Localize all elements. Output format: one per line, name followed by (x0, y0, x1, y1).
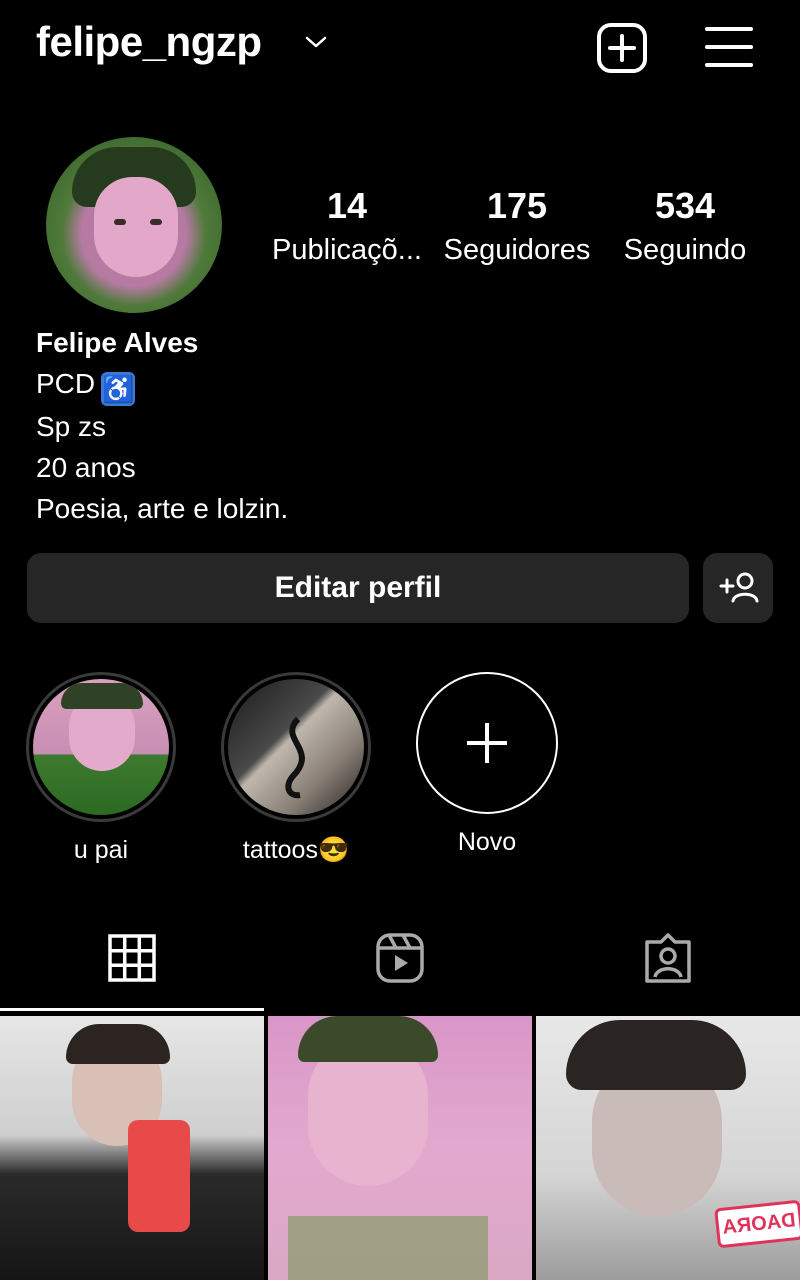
discover-people-button[interactable] (703, 553, 773, 623)
add-person-icon (719, 572, 759, 603)
highlight-tattoos[interactable]: tattoos😎 (221, 672, 371, 865)
highlight-new[interactable]: Novo (412, 672, 562, 857)
bio-line: 20 anos (36, 452, 136, 483)
bio-line: Sp zs (36, 411, 107, 442)
profile-display-name: Felipe Alves (36, 327, 199, 358)
profile-bio: Felipe Alves PCD ♿ Sp zs 20 anos Poesia, … (36, 322, 288, 529)
stat-posts-count: 14 (326, 185, 368, 226)
sticker-text: DAORA (714, 1199, 800, 1249)
plus-square-icon[interactable] (596, 22, 648, 74)
stat-following-count: 534 (654, 185, 716, 226)
stat-posts[interactable]: 14 Publicaçõ... (262, 180, 432, 268)
highlight-ring (221, 672, 371, 822)
profile-username[interactable]: felipe_ngzp (36, 18, 262, 66)
stat-followers-label: Seguidores (443, 234, 591, 266)
chevron-down-icon[interactable] (304, 34, 328, 50)
edit-profile-button[interactable]: Editar perfil (27, 553, 689, 623)
bio-line: PCD ♿ (36, 363, 288, 406)
bio-line: Poesia, arte e lolzin. (36, 493, 289, 524)
bio-text: PCD (36, 368, 96, 399)
highlight-cover (33, 679, 169, 815)
tagged-icon[interactable] (643, 932, 693, 984)
post-tile[interactable] (268, 1016, 532, 1280)
stat-followers[interactable]: 175 Seguidores (432, 180, 602, 268)
avatar-eye (114, 219, 126, 225)
hamburger-menu-icon[interactable] (704, 24, 754, 70)
plus-icon (467, 723, 507, 763)
stat-following[interactable]: 534 Seguindo (600, 180, 770, 268)
avatar-face (94, 177, 178, 277)
highlight-cover (228, 679, 364, 815)
stat-following-label: Seguindo (623, 234, 747, 266)
reels-icon[interactable] (375, 932, 425, 984)
new-highlight-ring (416, 672, 558, 814)
active-tab-indicator (0, 1008, 264, 1011)
stat-followers-count: 175 (486, 185, 548, 226)
highlight-label: u pai (73, 836, 129, 864)
stat-posts-label: Publicaçõ... (272, 234, 422, 266)
highlight-label: tattoos😎 (242, 836, 350, 864)
avatar-eye (150, 219, 162, 225)
highlight-label: Novo (457, 828, 517, 856)
post-tile[interactable] (0, 1016, 264, 1280)
wheelchair-icon: ♿ (101, 372, 136, 406)
profile-avatar[interactable] (46, 137, 222, 313)
highlight-ring (26, 672, 176, 822)
post-tile[interactable]: DAORA (536, 1016, 800, 1280)
highlight-u-pai[interactable]: u pai (26, 672, 176, 865)
grid-icon[interactable] (107, 932, 157, 984)
